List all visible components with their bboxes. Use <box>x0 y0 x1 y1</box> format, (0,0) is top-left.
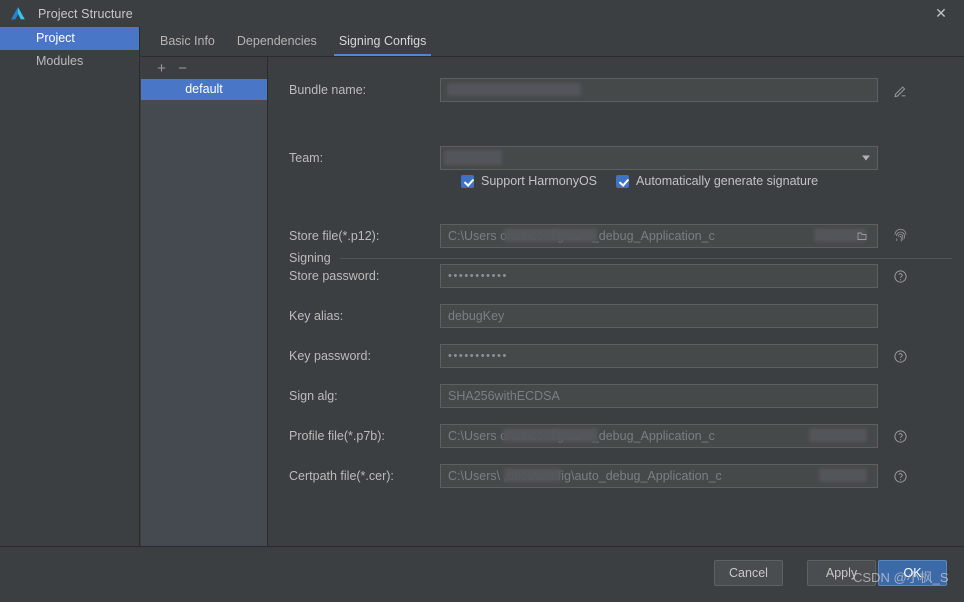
signing-configs-form: Bundle name: Support HarmonyOS Automatic… <box>268 56 964 578</box>
store-file-input[interactable]: C:\Users ohos\config\auto_debug_Applicat… <box>440 224 878 248</box>
bundle-name-label: Bundle name: <box>289 83 367 97</box>
tab-basic-info[interactable]: Basic Info <box>149 27 226 56</box>
key-password-input[interactable]: ••••••••••• <box>440 344 878 368</box>
sidebar-item-project[interactable]: Project <box>0 27 139 50</box>
apply-button[interactable]: Apply <box>807 560 876 586</box>
section-divider <box>339 257 952 259</box>
help-icon[interactable] <box>891 347 909 365</box>
key-password-label: Key password: <box>289 349 371 363</box>
auto-generate-signature-label: Automatically generate signature <box>636 174 819 188</box>
certpath-file-label: Certpath file(*.cer): <box>289 469 394 483</box>
support-harmonyos-label: Support HarmonyOS <box>481 174 598 188</box>
key-password-row: Key password: ••••••••••• <box>268 344 964 368</box>
sign-alg-row: Sign alg: SHA256withECDSA <box>268 384 964 408</box>
checkbox-icon <box>616 174 630 188</box>
deveco-logo-icon <box>11 6 25 19</box>
redacted-block <box>447 83 581 96</box>
ok-button[interactable]: OK <box>878 560 947 586</box>
key-alias-row: Key alias: debugKey <box>268 304 964 328</box>
list-item[interactable]: default <box>141 79 267 100</box>
project-structure-dialog: Project Structure ✕ Project Modules Basi… <box>0 0 964 602</box>
tab-bar: Basic Info Dependencies Signing Configs <box>141 27 964 56</box>
key-password-value: ••••••••••• <box>448 350 508 362</box>
certpath-file-value: C:\Users\ ,ohos\config\auto_debug_Applic… <box>448 469 722 483</box>
certpath-file-row: Certpath file(*.cer): C:\Users\ ,ohos\co… <box>268 464 964 488</box>
team-select[interactable] <box>440 146 878 170</box>
fingerprint-icon[interactable] <box>891 227 909 245</box>
sidebar-item-label: Project <box>36 31 75 45</box>
tab-label: Dependencies <box>236 34 317 48</box>
redacted-block <box>444 150 502 165</box>
key-alias-input[interactable]: debugKey <box>440 304 878 328</box>
tab-signing-configs[interactable]: Signing Configs <box>328 27 438 56</box>
auto-generate-signature-checkbox[interactable]: Automatically generate signature <box>616 174 818 188</box>
window-title: Project Structure <box>38 6 133 21</box>
pencil-icon[interactable] <box>891 81 909 99</box>
help-icon[interactable] <box>891 267 909 285</box>
tab-label: Signing Configs <box>338 34 427 48</box>
redacted-block <box>504 228 597 242</box>
tab-dependencies[interactable]: Dependencies <box>226 27 328 56</box>
store-password-row: Store password: ••••••••••• <box>268 264 964 288</box>
sidebar-item-modules[interactable]: Modules <box>0 50 139 73</box>
redacted-block <box>504 468 561 482</box>
store-file-label: Store file(*.p12): <box>289 229 380 243</box>
bundle-name-row: Bundle name: <box>268 78 964 102</box>
redacted-block <box>819 468 867 482</box>
profile-file-input[interactable]: C:\Users ohos\config\auto_debug_Applicat… <box>440 424 878 448</box>
checkbox-row: Support HarmonyOS Automatically generate… <box>268 169 964 193</box>
help-icon[interactable] <box>891 467 909 485</box>
team-label: Team: <box>289 151 324 165</box>
profile-file-label: Profile file(*.p7b): <box>289 429 385 443</box>
profile-file-row: Profile file(*.p7b): C:\Users ohos\confi… <box>268 424 964 448</box>
sign-alg-value: SHA256withECDSA <box>448 389 560 403</box>
sign-alg-input[interactable]: SHA256withECDSA <box>440 384 878 408</box>
store-password-value: ••••••••••• <box>448 270 508 282</box>
cancel-button[interactable]: Cancel <box>714 560 783 586</box>
list-item-label: default <box>185 82 223 96</box>
tab-label: Basic Info <box>160 34 215 48</box>
chevron-down-icon <box>862 155 870 161</box>
key-alias-value: debugKey <box>448 309 505 323</box>
title-bar: Project Structure ✕ <box>0 0 964 27</box>
key-alias-label: Key alias: <box>289 309 344 323</box>
help-icon[interactable] <box>891 427 909 445</box>
close-icon[interactable]: ✕ <box>918 0 964 27</box>
add-config-button[interactable]: + <box>151 58 172 78</box>
remove-config-button[interactable]: − <box>172 58 193 78</box>
signing-config-list-panel: + − default <box>141 56 268 546</box>
team-row: Team: <box>268 146 964 170</box>
certpath-file-input[interactable]: C:\Users\ ,ohos\config\auto_debug_Applic… <box>440 464 878 488</box>
store-file-row: Store file(*.p12): C:\Users ohos\config\… <box>268 224 964 248</box>
signing-section-title: Signing <box>289 251 331 265</box>
redacted-block <box>809 428 867 442</box>
support-harmonyos-checkbox[interactable]: Support HarmonyOS <box>461 174 597 188</box>
dialog-footer: Cancel Apply OK <box>0 546 964 602</box>
sidebar-item-label: Modules <box>36 54 84 68</box>
sidebar: Project Modules <box>0 27 140 546</box>
folder-icon[interactable] <box>856 230 868 242</box>
store-password-label: Store password: <box>289 269 380 283</box>
checkbox-icon <box>461 174 474 188</box>
store-password-input[interactable]: ••••••••••• <box>440 264 878 288</box>
redacted-block <box>503 428 598 442</box>
bundle-name-input[interactable] <box>440 78 878 102</box>
sign-alg-label: Sign alg: <box>289 389 338 403</box>
list-toolbar: + − <box>141 57 267 79</box>
